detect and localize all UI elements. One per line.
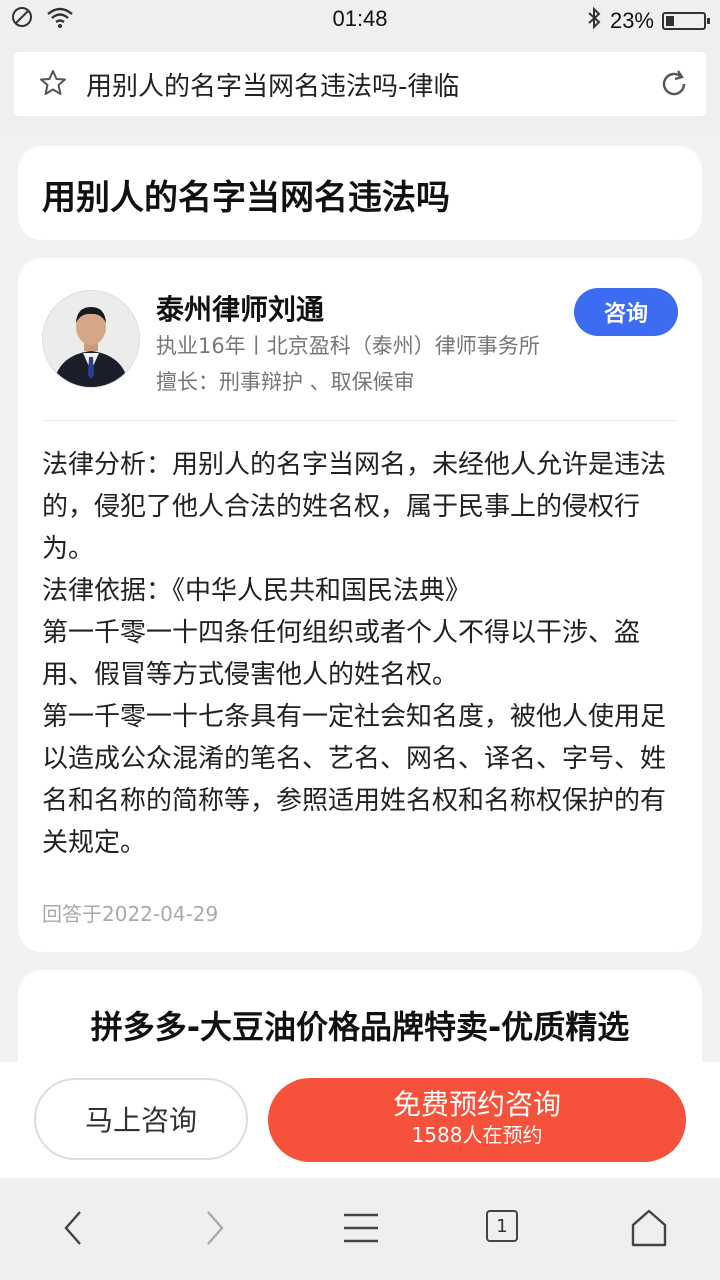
lawyer-avatar[interactable] xyxy=(42,290,140,388)
address-bar[interactable]: 用别人的名字当网名违法吗-律临 xyxy=(14,52,706,116)
address-bar-area: 用别人的名字当网名违法吗-律临 xyxy=(0,38,720,136)
answer-paragraph: 第一千零一十七条具有一定社会知名度，被他人使用足以造成公众混淆的笔名、艺名、网名… xyxy=(42,702,667,858)
bluetooth-icon xyxy=(586,6,602,36)
question-title: 用别人的名字当网名违法吗 xyxy=(42,178,450,218)
lawyer-meta: 执业16年丨北京盈科（泰州）律师事务所 xyxy=(156,334,540,358)
address-title[interactable]: 用别人的名字当网名违法吗-律临 xyxy=(86,66,459,103)
forward-icon[interactable] xyxy=(200,1208,230,1252)
ad-title[interactable]: 拼多多-大豆油价格品牌特卖-优质精选 xyxy=(18,1002,702,1048)
battery-percent: 23% xyxy=(609,8,654,33)
home-icon[interactable] xyxy=(630,1208,668,1252)
star-icon[interactable] xyxy=(38,68,68,102)
browser-nav-bar: 1 xyxy=(0,1178,720,1280)
battery-icon xyxy=(662,12,710,30)
appointment-count: 1588人在预约 xyxy=(411,1123,543,1147)
reload-icon[interactable] xyxy=(656,66,692,106)
status-right: 23% xyxy=(586,6,710,36)
tab-count: 1 xyxy=(486,1210,518,1242)
status-bar: 01:48 23% xyxy=(0,0,720,38)
lawyer-skill: 擅长：刑事辩护 、取保候审 xyxy=(156,370,415,394)
divider xyxy=(42,420,678,421)
answer-paragraph: 法律分析：用别人的名字当网名，未经他人允许是违法的，侵犯了他人合法的姓名权，属于… xyxy=(42,450,667,564)
battery-fill xyxy=(666,16,675,26)
answer-date: 回答于2022-04-29 xyxy=(42,902,219,926)
free-appointment-button[interactable]: 免费预约咨询 1588人在预约 xyxy=(268,1078,686,1162)
free-appointment-label: 免费预约咨询 xyxy=(392,1088,561,1121)
action-bar: 马上咨询 免费预约咨询 1588人在预约 xyxy=(0,1062,720,1178)
menu-icon[interactable] xyxy=(342,1212,380,1248)
lawyer-name[interactable]: 泰州律师刘通 xyxy=(156,288,324,328)
question-card: 用别人的名字当网名违法吗 xyxy=(18,146,702,240)
answer-body: 法律分析：用别人的名字当网名，未经他人允许是违法的，侵犯了他人合法的姓名权，属于… xyxy=(42,444,678,864)
answer-paragraph: 第一千零一十四条任何组织或者个人不得以干涉、盗用、假冒等方式侵害他人的姓名权。 xyxy=(42,618,641,690)
answer-card: 泰州律师刘通 执业16年丨北京盈科（泰州）律师事务所 擅长：刑事辩护 、取保候审… xyxy=(18,258,702,952)
consult-button[interactable]: 咨询 xyxy=(574,288,678,336)
answer-paragraph: 法律依据：《中华人民共和国民法典》 xyxy=(42,576,472,606)
tabs-icon[interactable]: 1 xyxy=(486,1210,518,1242)
consult-now-button[interactable]: 马上咨询 xyxy=(34,1078,248,1160)
back-icon[interactable] xyxy=(58,1208,88,1252)
